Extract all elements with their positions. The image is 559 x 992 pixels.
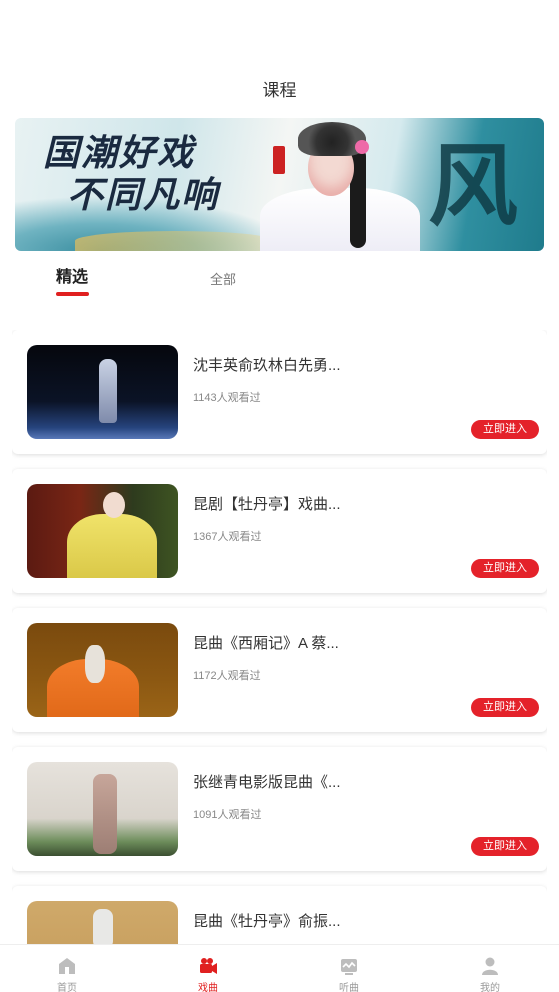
nav-label-listen: 听曲 bbox=[339, 983, 359, 992]
course-title: 昆剧【牡丹亭】戏曲... bbox=[193, 496, 341, 513]
user-icon bbox=[482, 957, 498, 975]
banner-opera-figure bbox=[240, 118, 430, 251]
course-title: 沈丰英俞玖林白先勇... bbox=[193, 357, 341, 374]
course-card[interactable]: 昆剧【牡丹亭】戏曲... 1367人观看过 立即进入 bbox=[12, 469, 547, 593]
course-thumbnail bbox=[27, 345, 178, 439]
bottom-nav: 首页 戏曲 听曲 我的 bbox=[0, 944, 559, 992]
tab-active-underline bbox=[56, 292, 89, 296]
course-list: 沈丰英俞玖林白先勇... 1143人观看过 立即进入 昆剧【牡丹亭】戏曲... … bbox=[12, 330, 547, 944]
course-card[interactable]: 张继青电影版昆曲《... 1091人观看过 立即进入 bbox=[12, 747, 547, 871]
course-views: 1367人观看过 bbox=[193, 531, 262, 543]
course-views: 1172人观看过 bbox=[193, 670, 261, 682]
enter-button[interactable]: 立即进入 bbox=[471, 698, 539, 717]
nav-label-mine: 我的 bbox=[480, 983, 500, 992]
camera-icon bbox=[200, 958, 217, 974]
nav-label-home: 首页 bbox=[57, 983, 77, 992]
audio-icon bbox=[341, 959, 357, 975]
course-thumbnail bbox=[27, 484, 178, 578]
course-title: 昆曲《西厢记》A 蔡... bbox=[193, 635, 339, 652]
tab-featured-label: 精选 bbox=[56, 269, 89, 286]
course-thumbnail bbox=[27, 901, 178, 944]
home-icon bbox=[59, 958, 75, 974]
course-title: 昆曲《牡丹亭》俞振... bbox=[193, 913, 341, 930]
nav-item-mine[interactable]: 我的 bbox=[450, 945, 530, 992]
course-card[interactable]: 昆曲《牡丹亭》俞振... bbox=[12, 886, 547, 944]
page-title: 课程 bbox=[262, 81, 297, 100]
tab-all[interactable]: 全部 bbox=[210, 269, 236, 288]
enter-button[interactable]: 立即进入 bbox=[471, 837, 539, 856]
tab-bar: 精选 全部 bbox=[0, 263, 559, 296]
course-views: 1143人观看过 bbox=[193, 392, 261, 404]
course-thumbnail bbox=[27, 623, 178, 717]
enter-button[interactable]: 立即进入 bbox=[471, 559, 539, 578]
nav-item-home[interactable]: 首页 bbox=[27, 945, 107, 992]
nav-label-opera: 戏曲 bbox=[198, 983, 218, 992]
nav-item-listen[interactable]: 听曲 bbox=[309, 945, 389, 992]
enter-button[interactable]: 立即进入 bbox=[471, 420, 539, 439]
banner-big-calligraphy: 风 bbox=[428, 133, 518, 239]
course-card[interactable]: 昆曲《西厢记》A 蔡... 1172人观看过 立即进入 bbox=[12, 608, 547, 732]
promo-banner[interactable]: 国潮好戏 不同凡响 风 bbox=[15, 118, 544, 251]
course-thumbnail bbox=[27, 762, 178, 856]
tab-all-label: 全部 bbox=[210, 272, 237, 287]
course-card[interactable]: 沈丰英俞玖林白先勇... 1143人观看过 立即进入 bbox=[12, 330, 547, 454]
nav-item-opera[interactable]: 戏曲 bbox=[168, 945, 248, 992]
course-views: 1091人观看过 bbox=[193, 809, 262, 821]
tab-featured[interactable]: 精选 bbox=[56, 263, 89, 296]
course-title: 张继青电影版昆曲《... bbox=[193, 774, 341, 791]
